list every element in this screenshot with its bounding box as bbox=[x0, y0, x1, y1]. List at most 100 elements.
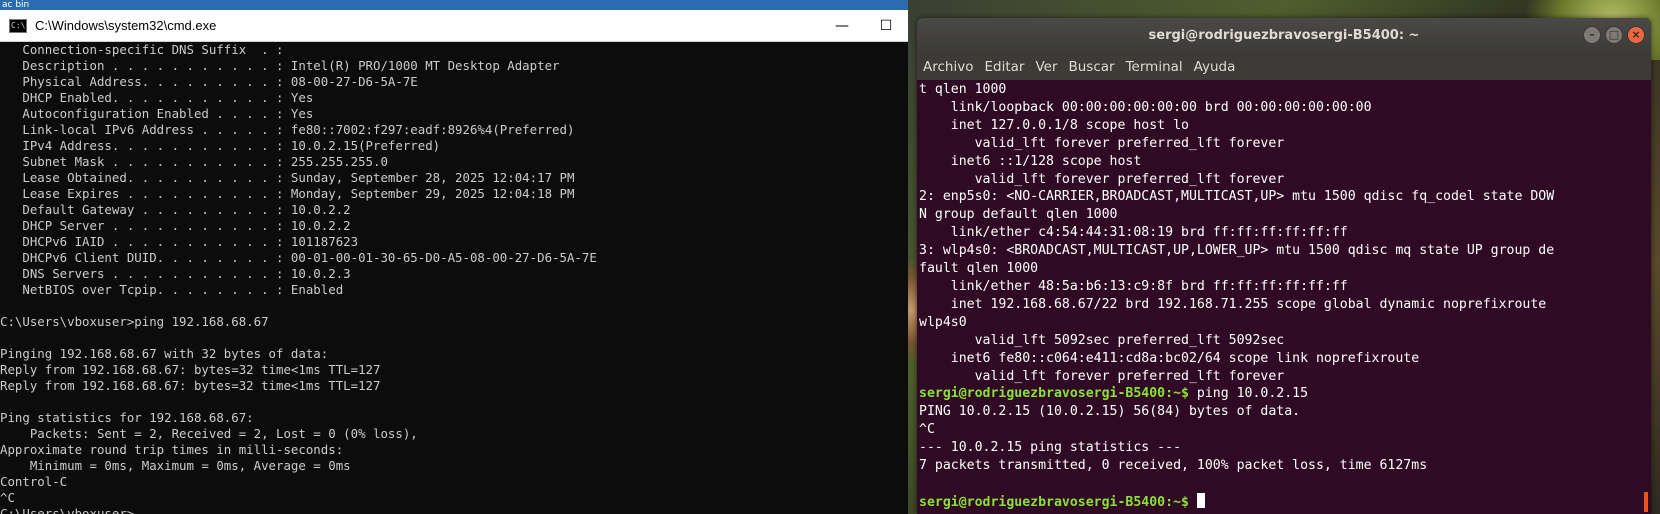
cmd-console-line: Lease Obtained. . . . . . . . . . : Sund… bbox=[0, 170, 575, 185]
cmd-console-line: Subnet Mask . . . . . . . . . . . : 255.… bbox=[0, 154, 388, 169]
terminal-output-line: N group default qlen 1000 bbox=[919, 206, 1651, 224]
terminal-output-line: --- 10.0.2.15 ping statistics --- bbox=[919, 439, 1651, 457]
cmd-console-line: Packets: Sent = 2, Received = 2, Lost = … bbox=[0, 426, 418, 441]
menu-ayuda[interactable]: Ayuda bbox=[1194, 59, 1236, 75]
terminal-line-text: 2: enp5s0: <NO-CARRIER,BROADCAST,MULTICA… bbox=[919, 189, 1555, 205]
cmd-console-line: C:\Users\vboxuser> bbox=[0, 506, 135, 514]
cmd-console-line: Autoconfiguration Enabled . . . . : Yes bbox=[0, 106, 314, 121]
cmd-console-line: DNS Servers . . . . . . . . . . . : 10.0… bbox=[0, 266, 351, 281]
terminal-line-text: link/ether c4:54:44:31:08:19 brd ff:ff:f… bbox=[919, 225, 1348, 241]
terminal-line-text: inet6 fe80::c064:e411:cd8a:bc02/64 scope… bbox=[919, 350, 1420, 366]
cmd-console-line: Minimum = 0ms, Maximum = 0ms, Average = … bbox=[0, 458, 351, 473]
minimize-button[interactable]: – bbox=[1583, 26, 1601, 44]
cmd-console-line: Ping statistics for 192.168.68.67: bbox=[0, 410, 254, 425]
cmd-console-line: ^C bbox=[0, 490, 15, 505]
menu-archivo[interactable]: Archivo bbox=[923, 59, 973, 75]
terminal-line-text bbox=[919, 476, 927, 491]
cmd-console-line: DHCP Server . . . . . . . . . . . : 10.0… bbox=[0, 218, 351, 233]
terminal-line-text: link/loopback 00:00:00:00:00:00 brd 00:0… bbox=[919, 99, 1372, 115]
terminal-body[interactable]: t qlen 1000 link/loopback 00:00:00:00:00… bbox=[917, 80, 1651, 514]
cmd-window-controls: — ☐ bbox=[820, 10, 908, 41]
ubuntu-terminal-window[interactable]: sergi@rodriguezbravosergi-B5400: ~ – □ ×… bbox=[917, 18, 1651, 514]
terminal-output-line: 3: wlp4s0: <BROADCAST,MULTICAST,UP,LOWER… bbox=[919, 242, 1651, 260]
maximize-button[interactable]: □ bbox=[1605, 26, 1623, 44]
terminal-line-text: 3: wlp4s0: <BROADCAST,MULTICAST,UP,LOWER… bbox=[919, 243, 1555, 259]
cmd-console-line: Link-local IPv6 Address . . . . . : fe80… bbox=[0, 122, 575, 137]
menu-editar[interactable]: Editar bbox=[984, 59, 1024, 75]
cmd-console-line: Default Gateway . . . . . . . . . : 10.0… bbox=[0, 202, 351, 217]
terminal-output-line: PING 10.0.2.15 (10.0.2.15) 56(84) bytes … bbox=[919, 403, 1651, 421]
cmd-console-line: Reply from 192.168.68.67: bytes=32 time<… bbox=[0, 362, 381, 377]
cmd-window-title: C:\Windows\system32\cmd.exe bbox=[35, 18, 217, 33]
menu-ver[interactable]: Ver bbox=[1035, 59, 1057, 75]
cmd-console[interactable]: Connection-specific DNS Suffix . : Descr… bbox=[0, 42, 908, 514]
cmd-console-line bbox=[0, 298, 908, 314]
text-cursor bbox=[1196, 492, 1205, 508]
terminal-output-line: valid_lft forever preferred_lft forever bbox=[919, 171, 1651, 189]
terminal-output-line: valid_lft 5092sec preferred_lft 5092sec bbox=[919, 332, 1651, 350]
cmd-console-line bbox=[0, 394, 908, 410]
terminal-line-text: ping 10.0.2.15 bbox=[1188, 386, 1309, 402]
terminal-output-line: valid_lft forever preferred_lft forever bbox=[919, 368, 1651, 386]
terminal-output-line: link/ether 48:5a:b6:13:c9:8f brd ff:ff:f… bbox=[919, 278, 1651, 296]
close-button[interactable]: × bbox=[1627, 26, 1645, 44]
cmd-console-line bbox=[0, 330, 908, 346]
terminal-output-line: wlp4s0 bbox=[919, 314, 1651, 332]
cmd-console-line: DHCP Enabled. . . . . . . . . . . : Yes bbox=[0, 90, 314, 105]
terminal-line-text: link/ether 48:5a:b6:13:c9:8f brd ff:ff:f… bbox=[919, 278, 1348, 294]
terminal-line-text: --- 10.0.2.15 ping statistics --- bbox=[919, 440, 1182, 456]
terminal-prompt-line: sergi@rodriguezbravosergi-B5400:~$ bbox=[919, 492, 1651, 512]
cmd-console-line: NetBIOS over Tcpip. . . . . . . . : Enab… bbox=[0, 282, 344, 297]
cmd-console-line: C:\Users\vboxuser>ping 192.168.68.67 bbox=[0, 314, 269, 329]
terminal-output-line: ^C bbox=[919, 421, 1651, 439]
terminal-titlebar[interactable]: sergi@rodriguezbravosergi-B5400: ~ – □ × bbox=[917, 18, 1651, 53]
terminal-line-text: fault qlen 1000 bbox=[919, 261, 1039, 277]
terminal-output-line: 2: enp5s0: <NO-CARRIER,BROADCAST,MULTICA… bbox=[919, 188, 1651, 206]
cmd-console-line: Pinging 192.168.68.67 with 32 bytes of d… bbox=[0, 346, 329, 361]
terminal-scrollbar[interactable] bbox=[1644, 492, 1648, 512]
cmd-console-line: DHCPv6 IAID . . . . . . . . . . . : 1011… bbox=[0, 234, 359, 249]
shell-prompt: sergi@rodriguezbravosergi-B5400:~$ bbox=[919, 386, 1189, 402]
terminal-line-text: valid_lft forever preferred_lft forever bbox=[919, 368, 1285, 384]
terminal-line-text bbox=[1189, 495, 1197, 510]
cmd-console-line: Control-C bbox=[0, 474, 68, 489]
cmd-console-line: Approximate round trip times in milli-se… bbox=[0, 442, 344, 457]
terminal-line-text: valid_lft forever preferred_lft forever bbox=[919, 135, 1285, 151]
menu-terminal[interactable]: Terminal bbox=[1126, 59, 1183, 75]
cmd-console-line: IPv4 Address. . . . . . . . . . . : 10.0… bbox=[0, 138, 441, 153]
terminal-line-text: inet 127.0.0.1/8 scope host lo bbox=[919, 117, 1189, 133]
menu-buscar[interactable]: Buscar bbox=[1068, 59, 1114, 75]
terminal-line-text: PING 10.0.2.15 (10.0.2.15) 56(84) bytes … bbox=[919, 404, 1301, 420]
cmd-titlebar[interactable]: C:\ C:\Windows\system32\cmd.exe — ☐ bbox=[0, 10, 908, 42]
shell-prompt: sergi@rodriguezbravosergi-B5400:~$ bbox=[919, 494, 1189, 510]
maximize-button[interactable]: ☐ bbox=[864, 10, 908, 41]
terminal-output-line: fault qlen 1000 bbox=[919, 260, 1651, 278]
terminal-line-text: ^C bbox=[919, 422, 935, 438]
terminal-line-text: t qlen 1000 bbox=[919, 82, 1007, 97]
terminal-line-text: valid_lft 5092sec preferred_lft 5092sec bbox=[919, 332, 1285, 348]
terminal-line-text: inet 192.168.68.67/22 brd 192.168.71.255… bbox=[919, 296, 1547, 312]
terminal-output-line: 7 packets transmitted, 0 received, 100% … bbox=[919, 457, 1651, 475]
terminal-output-line: link/loopback 00:00:00:00:00:00 brd 00:0… bbox=[919, 99, 1651, 117]
terminal-output: t qlen 1000 link/loopback 00:00:00:00:00… bbox=[917, 80, 1651, 512]
terminal-line-text: N group default qlen 1000 bbox=[919, 207, 1118, 223]
terminal-prompt-line: sergi@rodriguezbravosergi-B5400:~$ ping … bbox=[919, 385, 1651, 403]
terminal-output-line: t qlen 1000 bbox=[919, 81, 1651, 99]
terminal-output-line: valid_lft forever preferred_lft forever bbox=[919, 135, 1651, 153]
cmd-console-output: Connection-specific DNS Suffix . : Descr… bbox=[0, 42, 908, 514]
terminal-window-title: sergi@rodriguezbravosergi-B5400: ~ bbox=[1148, 28, 1420, 43]
host-titlebar-strip: ac bin bbox=[0, 0, 908, 10]
cmd-console-line: Reply from 192.168.68.67: bytes=32 time<… bbox=[0, 378, 381, 393]
terminal-output-line: inet6 ::1/128 scope host bbox=[919, 153, 1651, 171]
minimize-button[interactable]: — bbox=[820, 10, 864, 41]
cmd-console-line: Physical Address. . . . . . . . . : 08-0… bbox=[0, 74, 418, 89]
terminal-line-text: 7 packets transmitted, 0 received, 100% … bbox=[919, 458, 1428, 474]
terminal-window-controls: – □ × bbox=[1583, 26, 1645, 44]
cmd-app-icon: C:\ bbox=[9, 18, 27, 33]
terminal-output-line: inet 192.168.68.67/22 brd 192.168.71.255… bbox=[919, 296, 1651, 314]
cmd-console-line: Description . . . . . . . . . . . : Inte… bbox=[0, 58, 560, 73]
cmd-console-line: Lease Expires . . . . . . . . . . : Mond… bbox=[0, 186, 575, 201]
terminal-output-line: inet 127.0.0.1/8 scope host lo bbox=[919, 117, 1651, 135]
terminal-line-text: wlp4s0 bbox=[919, 314, 967, 330]
terminal-output-line: link/ether c4:54:44:31:08:19 brd ff:ff:f… bbox=[919, 224, 1651, 242]
